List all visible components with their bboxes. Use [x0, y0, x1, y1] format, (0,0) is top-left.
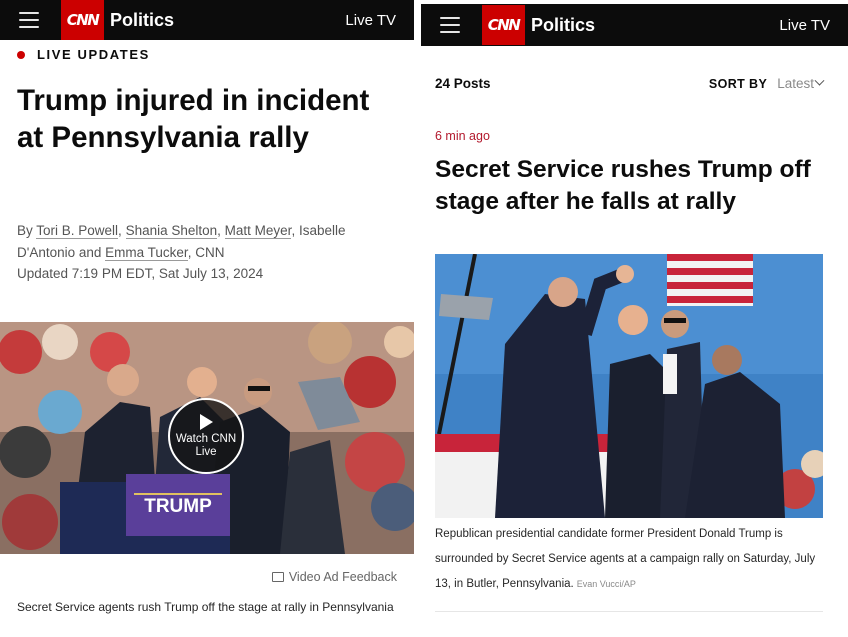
sort-by-label: SORT BY [708, 76, 768, 91]
byline: By Tori B. Powell, Shania Shelton, Matt … [17, 220, 402, 264]
byline-sep: , [291, 223, 299, 238]
live-updates-label: LIVE UPDATES [37, 47, 150, 62]
posts-count: 24 Posts [435, 76, 491, 91]
author-link[interactable]: Emma Tucker [105, 245, 188, 261]
top-nav-bar: CNN Politics Live TV [421, 4, 848, 46]
section-title[interactable]: Politics [110, 10, 174, 31]
byline-sep: , [217, 223, 225, 238]
hamburger-menu-icon[interactable] [19, 12, 39, 28]
chevron-down-icon[interactable] [814, 75, 825, 86]
section-title[interactable]: Politics [531, 15, 595, 36]
photo-caption: Republican presidential candidate former… [435, 522, 825, 597]
live-dot-icon [17, 50, 25, 59]
byline-suffix: , CNN [187, 245, 225, 260]
byline-sep: and [75, 245, 106, 260]
video-ad-feedback-link[interactable]: Video Ad Feedback [271, 570, 397, 584]
author-link[interactable]: Matt Meyer [224, 223, 292, 239]
author-link[interactable]: Tori B. Powell [36, 223, 119, 239]
sort-value-dropdown[interactable]: Latest [777, 76, 814, 91]
feedback-icon [271, 572, 284, 582]
post-photo [435, 254, 823, 518]
divider [435, 611, 823, 612]
right-article-screenshot: CNN Politics Live TV 24 Posts SORT BY La… [421, 0, 848, 637]
byline-sep: , [118, 223, 126, 238]
hamburger-menu-icon[interactable] [440, 17, 460, 33]
photo-credit: Evan Vucci/AP [576, 579, 636, 589]
live-tv-link[interactable]: Live TV [345, 12, 396, 29]
article-headline: Trump injured in incident at Pennsylvani… [17, 84, 370, 154]
video-caption: Secret Service agents rush Trump off the… [17, 600, 394, 614]
cnn-logo[interactable]: CNN [61, 0, 104, 40]
live-updates-label-row: LIVE UPDATES [17, 47, 150, 62]
top-nav-bar: CNN Politics Live TV [0, 0, 414, 40]
author-link[interactable]: Shania Shelton [125, 223, 218, 239]
watch-live-label: Watch CNN Live [175, 432, 237, 458]
live-tv-link[interactable]: Live TV [779, 17, 830, 34]
byline-prefix: By [17, 223, 37, 238]
cnn-logo[interactable]: CNN [482, 5, 525, 45]
watch-live-button[interactable]: Watch CNN Live [168, 398, 244, 474]
podium-sign-text: TRUMP [144, 496, 212, 517]
ad-feedback-label: Video Ad Feedback [288, 570, 397, 584]
post-timestamp: 6 min ago [435, 129, 490, 143]
post-headline: Secret Service rushes Trump off stage af… [435, 156, 811, 215]
play-icon [199, 413, 213, 430]
sort-control[interactable]: SORT BY Latest [708, 75, 825, 91]
rally-photo [435, 254, 823, 518]
updated-timestamp: Updated 7:19 PM EDT, Sat July 13, 2024 [17, 266, 264, 281]
left-article-screenshot: CNN Politics Live TV LIVE UPDATES Trump … [0, 0, 414, 637]
